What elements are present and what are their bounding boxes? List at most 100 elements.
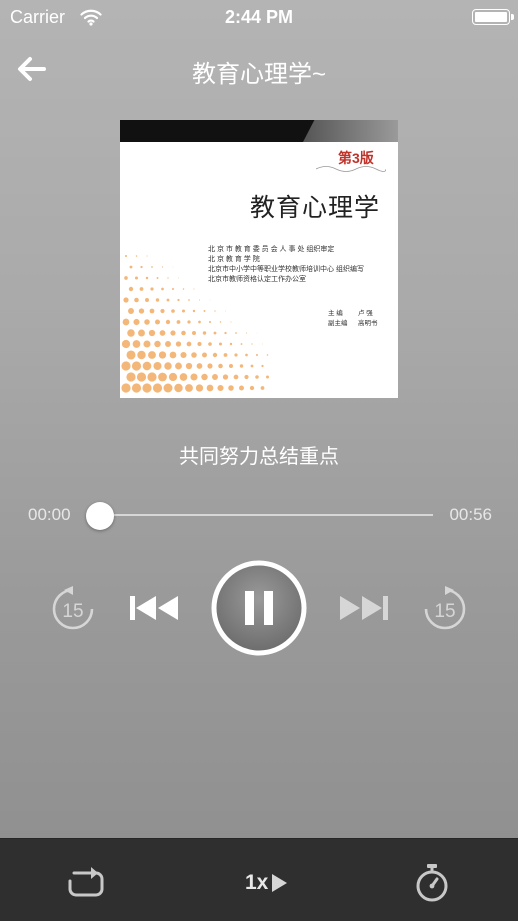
cover-dot <box>164 362 172 370</box>
cover-dot <box>219 321 222 323</box>
elapsed-time: 00:00 <box>28 505 71 524</box>
cover-dot <box>233 374 239 380</box>
cover-dot <box>147 372 157 382</box>
cover-dot <box>208 342 212 346</box>
status-bar: Carrier 2:44 PM <box>0 0 518 34</box>
cover-dot <box>171 309 175 313</box>
cover-dot <box>163 383 173 393</box>
cover-dot <box>188 299 190 301</box>
cover-title: 教育心理学 <box>250 194 381 222</box>
cover-deputy-name: 高明书 <box>358 320 378 327</box>
cover-dot <box>167 277 169 279</box>
cover-dot <box>159 330 166 336</box>
cover-dot <box>222 374 229 380</box>
album-cover: 第3版 教育心理学 北 京 市 教 育 委 员 会 人 事 处 组织审定 北 京… <box>120 120 398 398</box>
cover-dot <box>131 383 142 393</box>
cover-editor-label: 主 编 <box>328 310 343 317</box>
cover-dot <box>191 330 197 336</box>
next-button[interactable] <box>338 591 390 625</box>
cover-dot <box>121 339 131 349</box>
pause-button[interactable] <box>210 559 308 657</box>
cover-deputy-label: 副主编 <box>328 320 348 327</box>
cover-dot <box>128 308 134 314</box>
cover-dot <box>202 331 207 335</box>
cover-dot <box>123 297 129 303</box>
rewind-15-icon: 15 <box>52 586 94 630</box>
progress-bar[interactable] <box>90 512 433 518</box>
cover-dot <box>193 288 195 290</box>
cover-dot <box>155 319 160 325</box>
cover-dot <box>131 361 142 371</box>
cover-dot <box>229 364 233 368</box>
cover-dot <box>262 343 263 345</box>
cover-dot <box>261 364 264 368</box>
speed-button[interactable]: 1x <box>245 869 288 897</box>
cover-dot <box>142 361 152 371</box>
cover-dot <box>127 329 135 337</box>
cover-dot <box>171 287 175 291</box>
rewind-seconds-label: 15 <box>62 601 83 622</box>
page-title: 教育心理学~ <box>191 61 326 88</box>
progress-track <box>90 514 433 516</box>
cover-dot <box>225 310 226 312</box>
cover-dot <box>165 341 171 347</box>
cover-dot <box>190 373 198 381</box>
cover-dot <box>161 287 164 291</box>
cover-dot <box>180 351 187 359</box>
cover-dot <box>179 373 188 381</box>
cover-dot <box>186 341 192 347</box>
cover-dot <box>192 309 196 313</box>
cover-dot <box>207 363 213 369</box>
cover-dot <box>218 342 223 346</box>
cover-dot <box>260 386 265 390</box>
cover-dot <box>124 276 128 280</box>
cover-dot <box>177 298 180 302</box>
cover-dot <box>239 385 244 391</box>
cover-dot <box>160 308 165 314</box>
cover-dot <box>206 384 214 392</box>
cover-dot <box>244 374 249 380</box>
cover-dot <box>122 318 130 326</box>
forward-seconds-label: 15 <box>434 601 455 622</box>
cover-dot <box>158 351 167 359</box>
cover-dot <box>202 352 207 358</box>
skip-previous-icon <box>130 596 178 620</box>
cover-dot <box>148 329 156 337</box>
cover-dot <box>229 342 233 346</box>
cover-dot <box>251 343 253 345</box>
cover-dot <box>135 255 138 257</box>
cover-dot <box>213 331 217 335</box>
cover-dot <box>178 277 179 279</box>
cover-dot <box>166 298 170 302</box>
previous-button[interactable] <box>128 591 180 625</box>
cover-dot <box>126 350 136 360</box>
sleep-timer-button[interactable] <box>414 863 450 903</box>
cover-dot <box>149 308 155 314</box>
repeat-button[interactable] <box>64 865 108 897</box>
cover-dot <box>175 341 182 347</box>
cover-dot <box>134 297 139 303</box>
cover-dot <box>121 361 131 371</box>
progress-knob[interactable] <box>86 502 114 530</box>
cover-dot <box>212 374 218 380</box>
cover-dot <box>224 331 227 335</box>
cover-dot <box>124 254 128 258</box>
cover-dot <box>156 277 159 279</box>
cover-dot <box>208 320 212 324</box>
cover-dot <box>245 332 248 334</box>
cover-dot <box>154 340 161 348</box>
cover-dot <box>214 310 216 312</box>
cover-ornament <box>316 166 386 172</box>
cover-dot <box>137 350 146 360</box>
cover-dot <box>148 351 156 359</box>
cover-dot <box>169 351 177 359</box>
cover-dot <box>150 287 154 291</box>
cover-dot <box>129 265 133 269</box>
cover-top-accent <box>303 120 398 142</box>
cover-dot <box>197 341 202 347</box>
cover-dot <box>185 362 193 370</box>
rewind-15-button[interactable]: 15 <box>50 586 96 632</box>
cover-dot <box>223 353 228 357</box>
total-time: 00:56 <box>449 505 492 524</box>
forward-15-button[interactable]: 15 <box>422 586 468 632</box>
